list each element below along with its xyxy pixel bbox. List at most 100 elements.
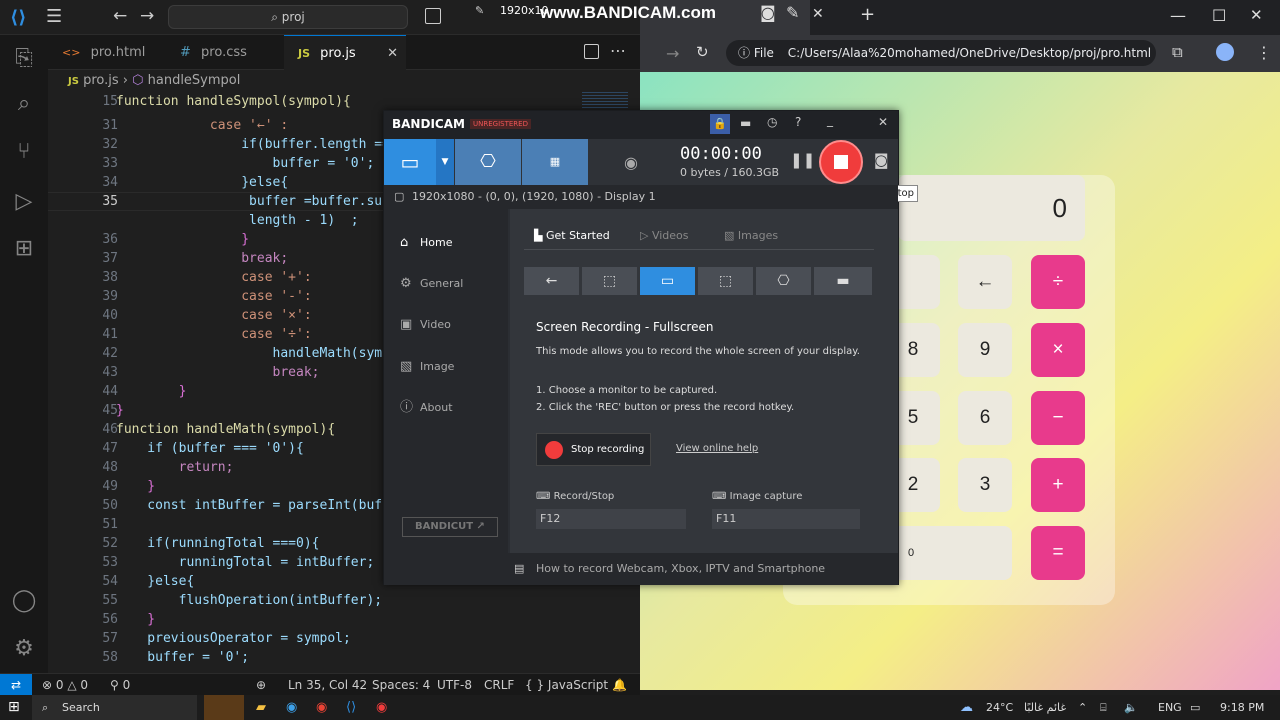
volume-icon[interactable]: 🔈 — [1124, 695, 1138, 720]
edge-icon[interactable]: ◉ — [286, 695, 297, 720]
command-search-box[interactable]: ⌕ proj — [168, 5, 408, 29]
sidebar-item-video[interactable]: ▣ Video — [394, 311, 504, 339]
screenshot-camera-icon[interactable]: ◙ — [874, 151, 889, 169]
close-icon[interactable]: ✕ — [878, 115, 888, 129]
close-window-icon[interactable]: ✕ — [1250, 6, 1263, 24]
language-mode[interactable]: { } JavaScript — [525, 674, 608, 696]
sidebar-item-home[interactable]: ⌂ Home — [394, 229, 504, 257]
key-multiply[interactable]: × — [1031, 323, 1085, 377]
indentation[interactable]: Spaces: 4 — [372, 674, 430, 696]
key-0[interactable]: 0 — [886, 526, 1012, 580]
run-debug-icon[interactable]: ▷ — [10, 188, 38, 216]
tab-pro-css[interactable]: # pro.css — [166, 35, 284, 70]
tab-pro-js[interactable]: JS pro.js ✕ — [284, 35, 406, 70]
new-tab-icon[interactable]: + — [860, 4, 875, 25]
remote-indicator[interactable]: ⇄ — [0, 674, 32, 696]
key-equals[interactable]: = — [1031, 526, 1085, 580]
mode-rectangle[interactable]: ⬚ — [582, 267, 637, 295]
device-mode-button[interactable]: ▦ — [522, 139, 588, 185]
tab-pro-html[interactable]: <> pro.html — [48, 35, 166, 70]
breadcrumb-file[interactable]: pro.js — [83, 73, 119, 88]
vscode-taskbar-icon[interactable]: ⟨⟩ — [346, 695, 356, 720]
tab-videos[interactable]: ▷ Videos — [640, 229, 689, 242]
settings-gear-icon[interactable]: ⚙ — [10, 635, 38, 663]
explorer-icon[interactable]: ⎘ — [10, 45, 38, 73]
temperature[interactable]: 24°C — [986, 695, 1013, 720]
menu-icon[interactable]: ☰ — [46, 6, 62, 27]
mode-game[interactable]: ⎔ — [756, 267, 811, 295]
mode-fullscreen[interactable]: ▭ — [640, 267, 695, 295]
problems-indicator[interactable]: ⊗ 0 △ 0 — [42, 674, 88, 696]
back-arrow-icon[interactable]: ← — [113, 6, 127, 26]
split-editor-icon[interactable] — [584, 44, 599, 59]
battery-icon[interactable]: ▭ — [1190, 695, 1200, 720]
key-3[interactable]: 3 — [958, 458, 1012, 512]
weather-condition[interactable]: غائم غالبًا — [1024, 695, 1066, 720]
mode-device[interactable]: ▬ — [814, 267, 872, 295]
mode-mouse-area[interactable]: ⬚ — [698, 267, 753, 295]
folder-icon[interactable]: ▬ — [740, 116, 751, 130]
line-ending[interactable]: CRLF — [484, 674, 514, 696]
bandicut-button[interactable]: BANDICUT ↗ — [402, 517, 498, 537]
forward-arrow-icon[interactable]: → — [140, 6, 154, 26]
address-bar[interactable]: ⓘ File C:/Users/Alaa%20mohamed/OneDrive/… — [726, 40, 1156, 66]
extensions-icon[interactable]: ⊞ — [10, 235, 38, 263]
taskbar-search[interactable]: ⌕ Search — [32, 695, 197, 720]
bandicam-footer[interactable]: ▤ How to record Webcam, Xbox, IPTV and S… — [384, 553, 898, 585]
minimize-icon[interactable]: — — [1170, 6, 1186, 25]
lock-icon[interactable]: 🔒 — [710, 114, 730, 134]
layout-sidebar-icon[interactable] — [425, 8, 441, 24]
stop-recording-button[interactable]: Stop recording — [536, 433, 651, 466]
chrome-icon[interactable]: ◉ — [316, 695, 327, 720]
reload-icon[interactable]: ↻ — [696, 43, 709, 61]
key-minus[interactable]: − — [1031, 391, 1085, 445]
tray-chevron-icon[interactable]: ⌃ — [1078, 695, 1087, 720]
image-hotkey-field[interactable]: F11 — [712, 509, 860, 529]
cursor-position[interactable]: Ln 35, Col 42 — [288, 674, 367, 696]
tab-get-started[interactable]: ▙ Get Started — [534, 229, 610, 242]
browser-menu-icon[interactable]: ⋮ — [1256, 43, 1272, 62]
mode-back[interactable]: ← — [524, 267, 579, 295]
source-control-icon[interactable]: ⑂ — [10, 138, 38, 166]
screen-mode-button[interactable]: ▭ — [384, 139, 436, 185]
profile-avatar[interactable] — [1216, 43, 1234, 61]
weather-icon[interactable]: ☁ — [960, 695, 973, 720]
windows-start-icon[interactable]: ⊞ — [8, 695, 20, 720]
key-plus[interactable]: + — [1031, 458, 1085, 512]
search-icon[interactable]: ⌕ — [10, 90, 38, 118]
lang-indicator[interactable]: ENG — [1158, 695, 1182, 720]
key-divide[interactable]: ÷ — [1031, 255, 1085, 309]
online-help-link[interactable]: View online help — [676, 443, 758, 454]
maximize-icon[interactable]: ☐ — [1212, 6, 1226, 25]
mode-dropdown[interactable]: ▼ — [436, 139, 454, 185]
tab-images[interactable]: ▧ Images — [724, 229, 778, 242]
back-icon[interactable]: → — [666, 44, 679, 63]
pause-icon[interactable]: ❚❚ — [790, 151, 815, 169]
close-icon[interactable]: ✕ — [387, 36, 398, 71]
sidebar-item-about[interactable]: ⓘ About — [394, 394, 504, 422]
help-icon[interactable]: ? — [795, 115, 801, 129]
close-tab-icon[interactable]: ✕ — [812, 6, 824, 22]
minimize-icon[interactable]: _ — [827, 113, 833, 127]
breadcrumb-symbol[interactable]: handleSympol — [148, 73, 241, 88]
file-explorer-icon[interactable]: ▰ — [256, 695, 266, 720]
encoding[interactable]: UTF-8 — [437, 674, 472, 696]
key-backspace[interactable]: ← — [958, 255, 1012, 309]
ports-indicator[interactable]: ⚲ 0 — [110, 674, 130, 696]
network-icon[interactable]: ⌸ — [1100, 695, 1107, 720]
clock-icon[interactable]: ◷ — [767, 115, 777, 129]
key-9[interactable]: 9 — [958, 323, 1012, 377]
extensions-icon[interactable]: ⧉ — [1172, 43, 1183, 61]
account-icon[interactable]: ◯ — [10, 587, 38, 615]
zoom-icon[interactable]: ⊕ — [256, 674, 266, 696]
clock-time[interactable]: 9:18 PM — [1220, 695, 1264, 720]
vscode-logo-icon[interactable]: ⟨⟩ — [10, 7, 26, 28]
record-hotkey-field[interactable]: F12 — [536, 509, 686, 529]
sidebar-item-general[interactable]: ⚙ General — [394, 270, 504, 298]
more-actions-icon[interactable]: ⋯ — [610, 41, 626, 60]
game-mode-button[interactable]: ⎔ — [455, 139, 521, 185]
notifications-bell-icon[interactable]: 🔔 — [612, 674, 627, 696]
sidebar-item-image[interactable]: ▧ Image — [394, 353, 504, 381]
record-stop-button[interactable] — [819, 140, 863, 184]
key-6[interactable]: 6 — [958, 391, 1012, 445]
